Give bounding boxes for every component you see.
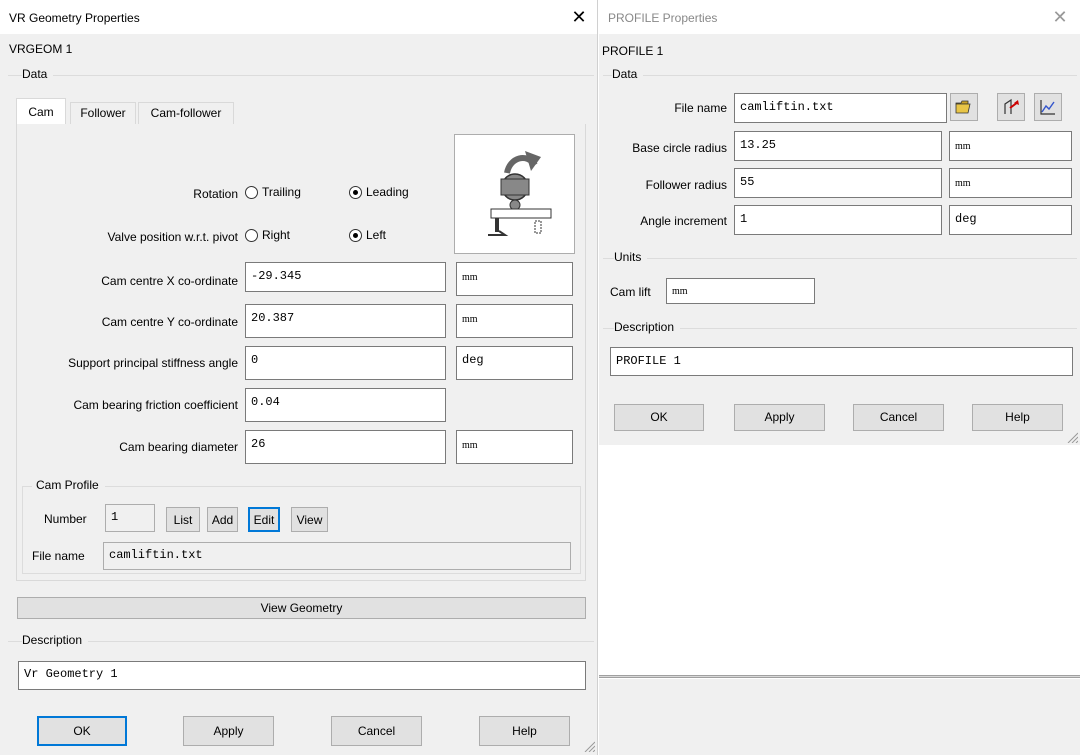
profile-close-icon[interactable]: ✕ xyxy=(1045,4,1075,30)
data-group-label: Data xyxy=(22,67,54,81)
resize-grip-icon[interactable] xyxy=(583,740,595,752)
tab-follower[interactable]: Follower xyxy=(70,102,136,124)
follower-radius-input[interactable]: 55 xyxy=(734,168,942,198)
friction-label: Cam bearing friction coefficient xyxy=(73,398,238,412)
angle-increment-label: Angle increment xyxy=(640,214,727,228)
add-button[interactable]: Add xyxy=(207,507,238,532)
view-button[interactable]: View xyxy=(291,507,328,532)
rotation-leading-label: Leading xyxy=(366,185,409,199)
bearing-diameter-input[interactable]: 26 xyxy=(245,430,446,464)
profile-resize-grip-icon[interactable] xyxy=(1066,431,1078,443)
vr-apply-button[interactable]: Apply xyxy=(183,716,274,746)
cam-centre-y-input[interactable]: 20.387 xyxy=(245,304,446,338)
description-divider xyxy=(8,641,594,642)
base-circle-input[interactable]: 13.25 xyxy=(734,131,942,161)
radio-selected-icon xyxy=(349,185,362,199)
vr-help-button[interactable]: Help xyxy=(479,716,570,746)
profile-dialog-title: PROFILE Properties xyxy=(608,11,718,25)
base-circle-label: Base circle radius xyxy=(632,141,727,155)
cam-lift-label: Cam lift xyxy=(610,285,651,299)
support-angle-unit[interactable]: deg xyxy=(456,346,573,380)
radio-selected-icon xyxy=(349,228,362,242)
profile-data-divider xyxy=(603,75,1077,76)
background-separator xyxy=(599,675,1080,678)
profile-title-bar[interactable]: PROFILE Properties ✕ xyxy=(599,0,1080,34)
cam-diagram-image xyxy=(454,134,575,254)
rotation-trailing-radio[interactable]: Trailing xyxy=(245,185,301,199)
cam-centre-x-label: Cam centre X co-ordinate xyxy=(101,274,238,288)
profile-file-label: File name xyxy=(32,549,85,563)
profile-object-name: PROFILE 1 xyxy=(602,44,664,58)
vr-cancel-button[interactable]: Cancel xyxy=(331,716,422,746)
cam-centre-y-unit[interactable]: mm xyxy=(456,304,573,338)
vr-geometry-dialog: VR Geometry Properties ✕ VRGEOM 1 Data C… xyxy=(0,0,598,755)
profile-apply-button[interactable]: Apply xyxy=(734,404,825,431)
rotation-leading-radio[interactable]: Leading xyxy=(349,185,409,199)
profile-number-label: Number xyxy=(44,512,87,526)
profile-ok-button[interactable]: OK xyxy=(614,404,704,431)
view-geometry-button[interactable]: View Geometry xyxy=(17,597,586,619)
profile-dialog: PROFILE Properties ✕ PROFILE 1 Data File… xyxy=(599,0,1080,445)
valve-position-label: Valve position w.r.t. pivot xyxy=(107,230,238,244)
angle-increment-input[interactable]: 1 xyxy=(734,205,942,235)
vr-title-bar[interactable]: VR Geometry Properties ✕ xyxy=(0,0,597,34)
bearing-diameter-unit[interactable]: mm xyxy=(456,430,573,464)
background-panel xyxy=(599,679,1080,755)
profile-description-label: Description xyxy=(614,320,681,334)
valve-right-radio[interactable]: Right xyxy=(245,228,290,242)
list-button[interactable]: List xyxy=(166,507,200,532)
cam-centre-x-input[interactable]: -29.345 xyxy=(245,262,446,292)
graph-icon[interactable] xyxy=(1034,93,1062,121)
base-circle-unit[interactable]: mm xyxy=(949,131,1072,161)
rotation-label: Rotation xyxy=(193,187,238,201)
radio-circle-icon xyxy=(245,228,258,242)
units-group-label: Units xyxy=(614,250,648,264)
profile-help-button[interactable]: Help xyxy=(972,404,1063,431)
support-angle-input[interactable]: 0 xyxy=(245,346,446,380)
units-divider xyxy=(603,258,1077,259)
vr-close-icon[interactable]: ✕ xyxy=(564,4,594,30)
data-group-divider xyxy=(8,75,594,76)
bearing-diameter-label: Cam bearing diameter xyxy=(119,440,238,454)
friction-input[interactable]: 0.04 xyxy=(245,388,446,422)
open-folder-icon[interactable] xyxy=(950,93,978,121)
profile-file-name-label: File name xyxy=(674,101,727,115)
cam-profile-divider xyxy=(22,486,581,487)
profile-number-field[interactable]: 1 xyxy=(105,504,155,532)
angle-increment-unit[interactable]: deg xyxy=(949,205,1072,235)
cam-centre-y-label: Cam centre Y co-ordinate xyxy=(101,315,238,329)
profile-file-field[interactable]: camliftin.txt xyxy=(103,542,571,570)
edit-button[interactable]: Edit xyxy=(248,507,280,532)
vr-dialog-title: VR Geometry Properties xyxy=(9,11,140,25)
cam-profile-group-label: Cam Profile xyxy=(32,478,105,492)
follower-radius-label: Follower radius xyxy=(645,178,727,192)
valve-left-label: Left xyxy=(366,228,387,242)
profile-data-label: Data xyxy=(612,67,644,81)
rotation-trailing-label: Trailing xyxy=(262,185,301,199)
profile-description-input[interactable]: PROFILE 1 xyxy=(610,347,1073,376)
valve-left-radio[interactable]: Left xyxy=(349,228,386,242)
tab-cam[interactable]: Cam xyxy=(16,98,66,125)
follower-radius-unit[interactable]: mm xyxy=(949,168,1072,198)
radio-circle-icon xyxy=(245,185,258,199)
profile-file-name-input[interactable]: camliftin.txt xyxy=(734,93,947,123)
vr-description-input[interactable]: Vr Geometry 1 xyxy=(18,661,586,690)
description-group-label: Description xyxy=(22,633,89,647)
cam-centre-x-unit[interactable]: mm xyxy=(456,262,573,296)
profile-cancel-button[interactable]: Cancel xyxy=(853,404,944,431)
tab-cam-follower[interactable]: Cam-follower xyxy=(138,102,234,124)
cam-lift-unit[interactable]: mm xyxy=(666,278,815,304)
valve-right-label: Right xyxy=(262,228,291,242)
vr-ok-button[interactable]: OK xyxy=(37,716,127,746)
support-angle-label: Support principal stiffness angle xyxy=(68,356,238,370)
import-icon[interactable] xyxy=(997,93,1025,121)
vr-object-name: VRGEOM 1 xyxy=(9,42,73,56)
